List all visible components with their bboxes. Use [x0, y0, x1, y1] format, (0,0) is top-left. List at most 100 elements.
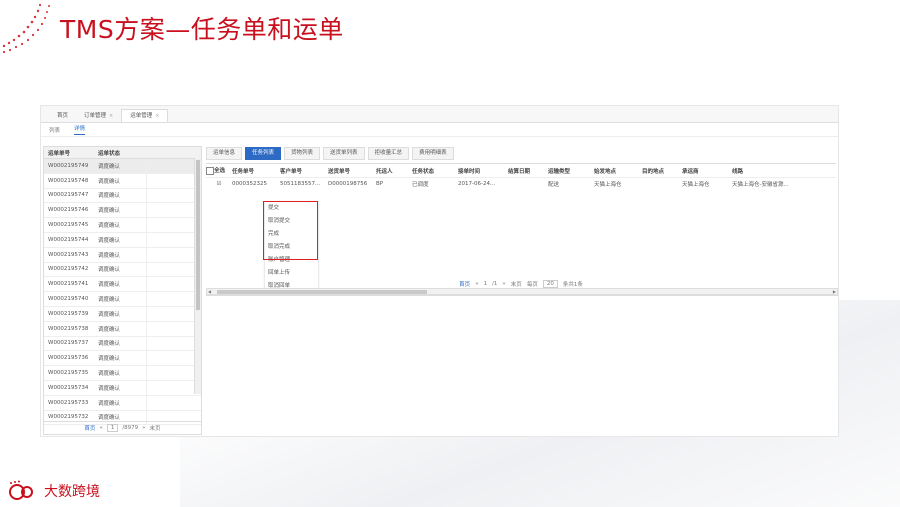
column-header: 运输类型	[548, 168, 571, 175]
table-row[interactable]: W0002195736 调度确认	[44, 351, 201, 367]
select-all-checkbox[interactable]	[206, 166, 214, 175]
detail-tab-button[interactable]: 运单信息	[206, 146, 243, 160]
table-cell: 天猫上海仓	[682, 181, 710, 188]
table-cell: 配送	[548, 181, 560, 188]
vertical-scrollbar[interactable]	[194, 158, 201, 394]
waybill-number: W0002195734	[48, 384, 89, 391]
table-row[interactable]: W0002195745 调度确认	[44, 218, 201, 233]
highlight-box	[263, 201, 318, 260]
waybill-number: W0002195748	[48, 177, 89, 184]
waybill-status: 调度确认	[98, 178, 121, 185]
pager-first[interactable]: 首页	[84, 424, 95, 432]
table-row[interactable]: W0002195749 调度确认	[44, 159, 201, 174]
table-row[interactable]: W0002195747 调度确认	[44, 188, 201, 204]
waybill-number: W0002195744	[48, 236, 89, 243]
detail-tab-button[interactable]: 任务列表	[245, 146, 282, 160]
pager-last[interactable]: 末页	[150, 424, 161, 432]
table-row[interactable]: W0002195746 调度确认	[44, 203, 201, 219]
table-row[interactable]: W0002195742 调度确认	[44, 262, 201, 278]
waybill-number: W0002195735	[48, 370, 89, 377]
tab-order-management[interactable]: 订单管理 ×	[76, 110, 121, 122]
detail-tab-button[interactable]: 送货单列表	[323, 146, 365, 160]
waybill-status: 调度确认	[98, 297, 121, 304]
subtab-list[interactable]: 列表	[49, 126, 60, 134]
record-count: 条共1条	[562, 282, 583, 288]
tab-home[interactable]: 首页	[49, 110, 76, 122]
waybill-number: W0002195749	[48, 162, 89, 169]
table-row[interactable]: W0002195734 调度确认	[44, 380, 201, 396]
waybill-number: W0002195742	[48, 266, 89, 273]
decorative-dot-arc	[2, 3, 50, 54]
table-cell: 天猫上海仓	[594, 181, 622, 188]
tab-label: 运单管理	[130, 113, 153, 119]
table-row[interactable]: W0002195743 调度确认	[44, 247, 201, 263]
cell-empty	[146, 232, 201, 247]
waybill-number: W0002195740	[48, 296, 89, 303]
table-row[interactable]: W0002195739 调度确认	[44, 306, 201, 322]
table-cell: 2017-06-24...	[458, 180, 496, 187]
pager-next[interactable]: »	[502, 281, 505, 287]
waybill-status: 调度确认	[98, 341, 121, 348]
waybill-status: 调度确认	[98, 193, 121, 200]
table-row[interactable]: W0002195748 调度确认	[44, 173, 201, 189]
pager-next[interactable]: »	[142, 425, 145, 431]
table-row[interactable]: W0002195737 调度确认	[44, 336, 201, 352]
column-header[interactable]: 全选	[206, 166, 232, 175]
waybill-status: 调度确认	[98, 267, 121, 274]
subtab-detail[interactable]: 详情	[74, 124, 86, 135]
scrollbar-thumb[interactable]	[196, 160, 200, 310]
table-row[interactable]: W0002195740 调度确认	[44, 292, 201, 307]
table-row[interactable]: W0002195744 调度确认	[44, 232, 201, 248]
cell-empty	[146, 380, 201, 395]
waybill-status: 调度确认	[98, 223, 121, 230]
row-checkbox-icon[interactable]: ☑	[206, 181, 232, 187]
brand-logo-icon	[9, 480, 33, 500]
task-grid: 全选 任务单号 客户单号 送货单号 托运人 任务状态 接单时间 结算日期 运输类型 始发地点 目的地…	[206, 163, 838, 296]
select-all-label: 全选	[214, 168, 226, 175]
page-input[interactable]: 1	[106, 424, 119, 432]
waybill-status: 调度确认	[98, 208, 121, 215]
close-icon[interactable]: ×	[155, 110, 159, 122]
tab-waybill-management[interactable]: 运单管理 ×	[121, 109, 169, 122]
table-cell: 已调度	[412, 181, 429, 188]
waybill-number: W0002195738	[48, 325, 89, 332]
table-cell: 天猫上海仓-安徽省滁...	[732, 181, 789, 188]
detail-tab-button[interactable]: 费用明细表	[412, 146, 454, 160]
cell-empty	[146, 395, 201, 410]
close-icon[interactable]: ×	[109, 110, 113, 122]
top-tabs: 首页 订单管理 × 运单管理 ×	[41, 106, 838, 123]
cell-empty	[146, 218, 201, 232]
waybill-status: 调度确认	[98, 371, 121, 378]
task-grid-header: 全选 任务单号 客户单号 送货单号 托运人 任务状态 接单时间 结算日期 运输类型 始发地点 目的地…	[206, 164, 836, 178]
detail-tab-bar: 运单信息 任务列表 货物列表 送货单列表 拒收量汇总 费用明细表	[206, 146, 836, 160]
cell-empty	[146, 159, 201, 173]
waybill-status: 调度确认	[98, 311, 121, 318]
cell-empty	[146, 306, 201, 321]
page-input[interactable]: 1	[484, 281, 488, 287]
column-header: 线路	[732, 168, 744, 175]
column-header: 接单时间	[458, 168, 481, 175]
detail-tab-button[interactable]: 货物列表	[284, 146, 321, 160]
per-page-select[interactable]: 20	[542, 280, 558, 288]
pager-prev[interactable]: «	[99, 425, 102, 431]
pager-last[interactable]: 末页	[511, 280, 522, 288]
detail-tab-button[interactable]: 拒收量汇总	[367, 146, 410, 160]
cell-empty	[146, 262, 201, 277]
pager-prev[interactable]: «	[475, 281, 478, 287]
table-row[interactable]: W0002195741 调度确认	[44, 277, 201, 293]
waybill-status: 调度确认	[98, 163, 121, 170]
table-row[interactable]: W0002195738 调度确认	[44, 321, 201, 337]
task-grid-pager: 首页 « 1 /1 » 末页 每页 20 条共1条	[206, 278, 836, 290]
waybill-number: W0002195733	[48, 399, 89, 406]
tab-label: 订单管理	[84, 113, 107, 119]
column-header: 承运商	[682, 168, 699, 175]
table-row[interactable]: ☑ 0000352325 5051183557... D0000198756 BP 已调度…	[206, 178, 836, 189]
waybill-number: W0002195732	[48, 414, 89, 421]
waybill-number: W0002195741	[48, 281, 89, 288]
column-header: 运单单号	[48, 150, 71, 157]
table-row[interactable]: W0002195733 调度确认	[44, 395, 201, 411]
pager-first[interactable]: 首页	[459, 280, 470, 288]
cell-empty	[146, 247, 201, 262]
table-row[interactable]: W0002195735 调度确认	[44, 366, 201, 381]
waybill-number: W0002195737	[48, 340, 89, 347]
